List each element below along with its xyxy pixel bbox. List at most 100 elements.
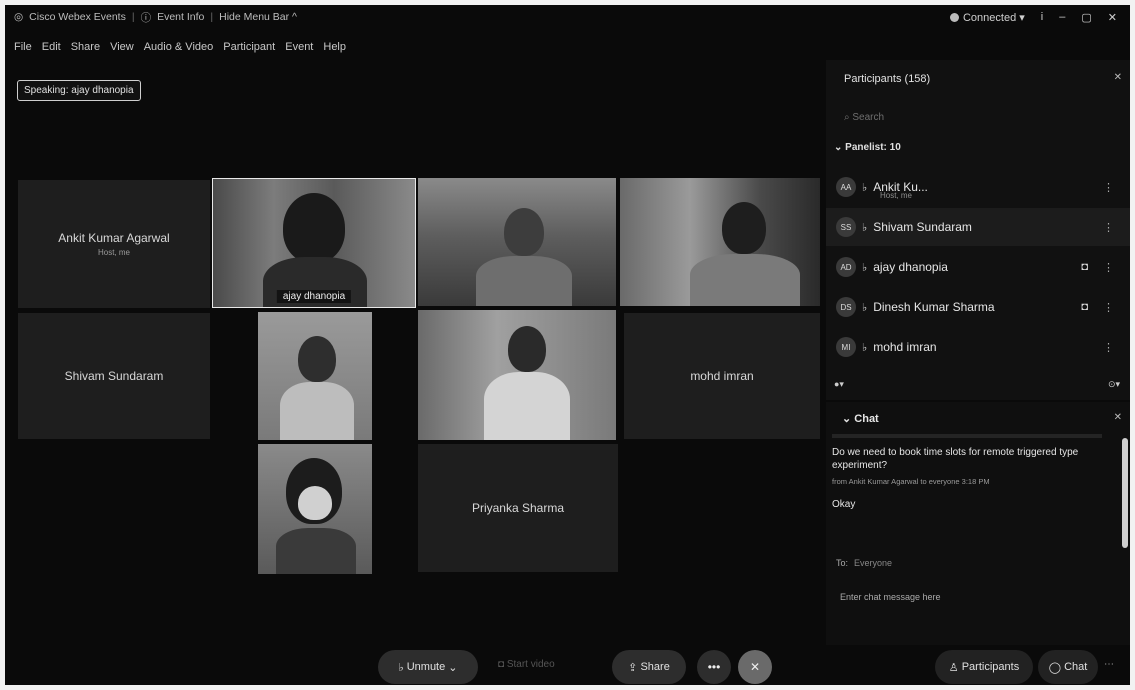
info-button[interactable]: i [1041, 11, 1043, 23]
participant-role: Host, me [880, 191, 913, 200]
close-chat-button[interactable]: ✕ [1114, 412, 1122, 423]
participant-row[interactable]: AD ♭ ajay dhanopia ◘ ⋮ [826, 248, 1130, 286]
menu-audio-video[interactable]: Audio & Video [144, 41, 214, 53]
video-tile-shivam[interactable]: Shivam Sundaram [18, 313, 210, 439]
more-options-icon[interactable]: ⋮ [1103, 181, 1114, 194]
more-options-button[interactable]: ••• [697, 650, 731, 684]
connection-status[interactable]: Connected ▾ [949, 11, 1025, 24]
participant-row[interactable]: DS ♭ Dinesh Kumar Sharma ◘ ⋮ [826, 288, 1130, 326]
event-info-link[interactable]: Event Info [157, 11, 204, 23]
leave-button[interactable]: ✕ [738, 650, 772, 684]
person-silhouette [690, 254, 800, 306]
avatar: AD [836, 257, 856, 277]
more-options-icon[interactable]: ⋮ [1103, 301, 1114, 314]
chat-message-meta: from Ankit Kumar Agarwal to everyone 3:1… [832, 477, 990, 486]
tile-name: Priyanka Sharma [471, 501, 565, 515]
start-video-button[interactable]: ◘ Start video [498, 659, 555, 670]
avatar: AA [836, 177, 856, 197]
avatar: DS [836, 297, 856, 317]
video-camera-icon[interactable]: ◘ [1081, 261, 1088, 273]
chat-message: Okay [832, 499, 856, 510]
avatar: MI [836, 337, 856, 357]
chevron-down-icon: ⌄ [445, 661, 458, 674]
panelist-section-header[interactable]: ⌄ Panelist: 10 [834, 142, 901, 153]
menu-participant[interactable]: Participant [223, 41, 275, 53]
close-window-button[interactable]: ✕ [1108, 11, 1117, 24]
connection-icon [949, 13, 959, 23]
person-silhouette [298, 336, 336, 382]
participant-row[interactable]: AA ♭ Ankit Ku... Host, me ⋮ [826, 168, 1130, 206]
person-silhouette [508, 326, 546, 372]
more-icon: ••• [707, 660, 721, 674]
app-title: Cisco Webex Events [29, 11, 126, 23]
chevron-down-icon: ⌄ [842, 413, 855, 425]
video-tile-participant[interactable] [418, 310, 616, 440]
microphone-icon[interactable]: ♭ [862, 261, 867, 274]
participant-name: Shivam Sundaram [873, 220, 972, 234]
share-icon: ⇪ [628, 661, 641, 674]
person-silhouette [280, 382, 354, 440]
participant-options-icon[interactable]: ⊙▾ [1108, 379, 1120, 390]
participant-name: mohd imran [873, 340, 937, 354]
participants-panel: Participants (158) ✕ ⌕ Search ⌄ Panelist… [826, 60, 1130, 400]
hide-menu-bar-button[interactable]: Hide Menu Bar ^ [219, 11, 297, 23]
video-tile-ankit[interactable]: Ankit Kumar Agarwal Host, me [18, 180, 210, 308]
video-tile-participant[interactable] [620, 178, 820, 306]
meeting-toolbar: ♭ Unmute ⌄ ◘ Start video ⇪ Share ••• ✕ ♙… [0, 645, 1135, 690]
more-options-icon[interactable]: ⋮ [1103, 341, 1114, 354]
more-options-icon[interactable]: ⋮ [1103, 261, 1114, 274]
person-silhouette [476, 256, 572, 306]
video-tile-priyanka[interactable]: Priyanka Sharma [418, 444, 618, 572]
participant-name: Dinesh Kumar Sharma [873, 300, 995, 314]
menu-event[interactable]: Event [285, 41, 313, 53]
video-tile-mohd[interactable]: mohd imran [624, 313, 820, 439]
microphone-icon: ♭ [398, 661, 407, 674]
tile-role: Host, me [97, 248, 130, 257]
person-silhouette [722, 202, 766, 254]
chat-title[interactable]: ⌄ Chat [842, 412, 879, 425]
unmute-button[interactable]: ♭ Unmute ⌄ [378, 650, 478, 684]
info-icon: ⓘ [140, 11, 152, 24]
video-tile-participant[interactable] [258, 444, 372, 574]
title-separator: | [131, 11, 135, 23]
microphone-icon[interactable]: ♭ [862, 181, 867, 194]
menu-view[interactable]: View [110, 41, 134, 53]
chat-toggle-button[interactable]: ◯ Chat [1038, 650, 1098, 684]
video-tile-participant[interactable] [258, 312, 372, 440]
menu-help[interactable]: Help [323, 41, 346, 53]
chat-message-input[interactable]: Enter chat message here [832, 584, 1112, 624]
audio-settings-icon[interactable]: ●▾ [834, 379, 844, 390]
person-silhouette [504, 208, 544, 256]
people-icon: ♙ [948, 661, 962, 674]
menu-share[interactable]: Share [71, 41, 100, 53]
chat-panel: ⌄ Chat ✕ Do we need to book time slots f… [826, 402, 1130, 645]
minimize-button[interactable]: – [1059, 11, 1065, 23]
participant-name: ajay dhanopia [873, 260, 948, 274]
menu-bar: File Edit Share View Audio & Video Parti… [0, 38, 346, 56]
tile-name: Shivam Sundaram [64, 369, 164, 383]
more-icon[interactable]: ⋯ [1104, 659, 1114, 670]
person-silhouette [283, 193, 345, 263]
restore-button[interactable]: ▢ [1081, 11, 1091, 24]
participant-search-input[interactable]: ⌕ Search [844, 112, 884, 123]
video-camera-icon[interactable]: ◘ [1081, 301, 1088, 313]
microphone-icon[interactable]: ♭ [862, 341, 867, 354]
participant-row[interactable]: MI ♭ mohd imran ⋮ [826, 328, 1130, 366]
participant-row[interactable]: SS ♭ Shivam Sundaram ⋮ [826, 208, 1130, 246]
avatar: SS [836, 217, 856, 237]
menu-edit[interactable]: Edit [42, 41, 61, 53]
close-participants-button[interactable]: ✕ [1114, 72, 1122, 83]
tile-name: mohd imran [690, 369, 754, 383]
video-tile-participant[interactable] [418, 178, 616, 306]
chat-scrollbar[interactable] [1122, 438, 1128, 548]
menu-file[interactable]: File [14, 41, 32, 53]
participants-toggle-button[interactable]: ♙ Participants [935, 650, 1033, 684]
microphone-icon[interactable]: ♭ [862, 221, 867, 234]
video-tile-ajay[interactable]: ajay dhanopia [212, 178, 416, 308]
chat-recipient-select[interactable]: To: Everyone [836, 558, 892, 568]
video-camera-icon: ◘ [498, 659, 507, 670]
more-options-icon[interactable]: ⋮ [1103, 221, 1114, 234]
webex-logo-icon: ◎ [14, 11, 24, 23]
share-button[interactable]: ⇪ Share [612, 650, 686, 684]
microphone-icon[interactable]: ♭ [862, 301, 867, 314]
